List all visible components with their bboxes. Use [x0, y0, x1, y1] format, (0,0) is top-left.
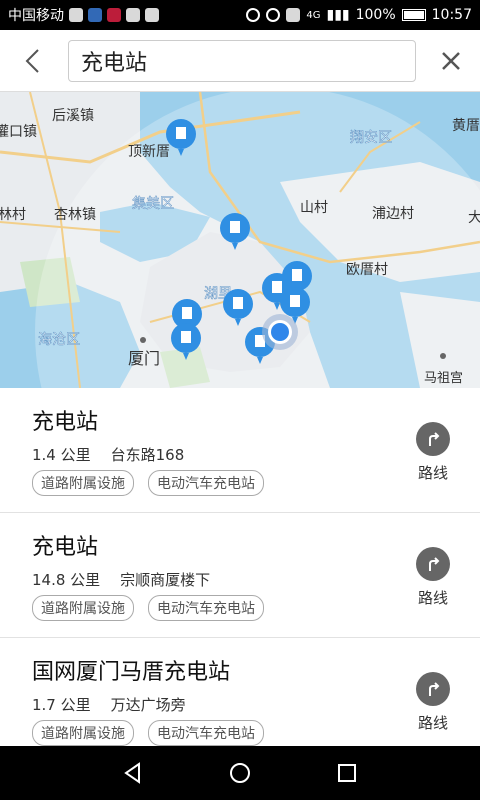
city-dot — [140, 337, 146, 343]
route-button[interactable]: 路线 — [410, 422, 456, 483]
search-header: 充电站 — [0, 30, 480, 92]
result-tags: 道路附属设施 电动汽车充电站 — [32, 595, 264, 621]
result-meta: 1.4 公里 台东路168 — [32, 444, 184, 465]
nav-home-button[interactable] — [225, 758, 255, 788]
route-icon — [416, 672, 450, 706]
result-address: 宗顺商厦楼下 — [120, 571, 211, 589]
map-label: 杏林镇 — [54, 207, 96, 223]
app-notification-icon-2 — [107, 8, 121, 22]
close-icon — [442, 52, 460, 70]
hd-icon — [286, 8, 301, 22]
route-icon — [416, 422, 450, 456]
carrier-label: 中国移动 — [8, 8, 64, 24]
map-label: 后溪镇 — [52, 108, 94, 124]
result-distance: 1.4 公里 — [32, 446, 91, 464]
map-label: 集美区 — [132, 195, 174, 212]
search-query: 充电站 — [81, 51, 148, 76]
tag: 电动汽车充电站 — [148, 470, 264, 496]
result-address: 台东路168 — [110, 446, 185, 464]
system-nav-bar — [0, 746, 480, 800]
back-button[interactable] — [18, 46, 48, 76]
current-location-marker — [262, 314, 298, 350]
map-label: 大 — [468, 210, 480, 226]
place-dot — [440, 353, 446, 359]
triangle-back-icon — [124, 762, 141, 784]
tag: 道路附属设施 — [32, 595, 134, 621]
alarm-icon — [266, 8, 281, 22]
map-label: 浦边村 — [372, 206, 414, 222]
signal-icon: ▮▮▮ — [326, 7, 350, 23]
result-title: 充电站 — [32, 410, 99, 435]
map-label: 欧厝村 — [346, 262, 388, 278]
route-label: 路线 — [417, 589, 448, 607]
map-label: 马祖宫 — [424, 371, 463, 386]
heart-icon — [69, 8, 83, 22]
result-distance: 1.7 公里 — [32, 696, 91, 714]
chevron-left-icon — [25, 49, 39, 73]
clock: 10:57 — [431, 7, 472, 23]
results-list[interactable]: 充电站 1.4 公里 台东路168 道路附属设施 电动汽车充电站 路线 充电站 … — [0, 388, 480, 746]
result-distance: 14.8 公里 — [32, 571, 101, 589]
circle-home-icon — [229, 763, 250, 783]
result-title: 充电站 — [32, 535, 99, 560]
map-label: 厦门 — [128, 349, 160, 368]
route-button[interactable]: 路线 — [410, 547, 456, 608]
mail-icon — [126, 8, 140, 22]
app-notification-icon — [88, 8, 102, 22]
search-input[interactable]: 充电站 — [68, 40, 416, 82]
list-item[interactable]: 国网厦门马厝充电站 1.7 公里 万达广场旁 道路附属设施 电动汽车充电站 路线 — [0, 638, 480, 746]
tag: 电动汽车充电站 — [148, 720, 264, 746]
clear-button[interactable] — [438, 48, 464, 74]
list-item[interactable]: 充电站 14.8 公里 宗顺商厦楼下 道路附属设施 电动汽车充电站 路线 — [0, 513, 480, 638]
map-label: 林村 — [0, 207, 26, 223]
result-address: 万达广场旁 — [110, 696, 186, 714]
map-canvas[interactable]: 后溪镇 灌口镇 顶新厝 集美区 杏林镇 翔安区 黄厝 山村 浦边村 欧厝村 海沧… — [0, 92, 480, 388]
tag: 道路附属设施 — [32, 470, 134, 496]
list-item[interactable]: 充电站 1.4 公里 台东路168 道路附属设施 电动汽车充电站 路线 — [0, 388, 480, 513]
battery-icon — [401, 9, 426, 21]
route-label: 路线 — [417, 464, 448, 482]
nav-recents-button[interactable] — [332, 758, 362, 788]
result-tags: 道路附属设施 电动汽车充电站 — [32, 720, 264, 746]
network-type: 4G — [306, 9, 321, 21]
map-label: 翔安区 — [350, 130, 392, 146]
map-view[interactable]: 后溪镇 灌口镇 顶新厝 集美区 杏林镇 翔安区 黄厝 山村 浦边村 欧厝村 海沧… — [0, 92, 480, 388]
square-recents-icon — [337, 764, 356, 782]
map-label: 顶新厝 — [128, 144, 170, 160]
location-status-icon — [246, 8, 261, 22]
tag: 道路附属设施 — [32, 720, 134, 746]
result-meta: 1.7 公里 万达广场旁 — [32, 694, 186, 715]
tag: 电动汽车充电站 — [148, 595, 264, 621]
result-title: 国网厦门马厝充电站 — [32, 660, 231, 685]
location-notification-icon — [145, 8, 159, 22]
nav-back-button[interactable] — [118, 758, 148, 788]
battery-percent: 100% — [355, 7, 396, 23]
map-label: 灌口镇 — [0, 124, 37, 140]
route-button[interactable]: 路线 — [410, 672, 456, 733]
map-label: 山村 — [300, 200, 328, 216]
status-bar: 中国移动 4G ▮▮▮ 100% 10:57 — [0, 0, 480, 30]
result-meta: 14.8 公里 宗顺商厦楼下 — [32, 569, 210, 590]
route-icon — [416, 547, 450, 581]
result-tags: 道路附属设施 电动汽车充电站 — [32, 470, 264, 496]
route-label: 路线 — [417, 714, 448, 732]
map-label: 海沧区 — [38, 331, 80, 348]
map-label: 黄厝 — [452, 117, 480, 134]
